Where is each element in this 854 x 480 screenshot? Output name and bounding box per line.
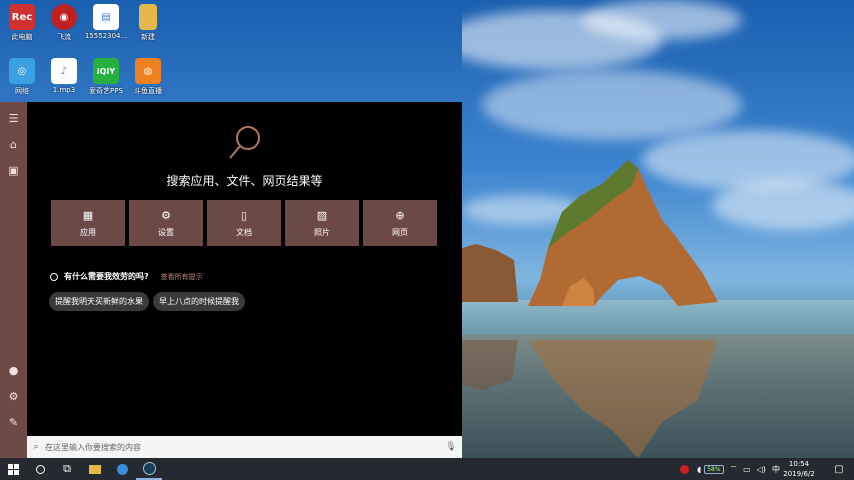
desktop-icon-iqiyi[interactable]: iQIY 爱奇艺PPS	[84, 58, 128, 96]
search-panel: 搜索应用、文件、网页结果等 ▦ 应用 ⚙ 设置 ▯ 文档 ▨ 照片 ⊕ 网页 有…	[27, 102, 462, 436]
task-view-button[interactable]: ⧉	[54, 458, 80, 480]
panel-headline: 搜索应用、文件、网页结果等	[166, 174, 323, 188]
desktop-icon-app[interactable]: ◉ 飞流	[42, 4, 86, 42]
search-input[interactable]	[45, 442, 440, 452]
taskbar-file-explorer[interactable]	[82, 458, 108, 480]
taskbar-search-box: ⌕ 🎙︎	[27, 436, 462, 458]
gear-icon[interactable]: ⚙	[0, 386, 27, 406]
network-icon: ◎	[9, 58, 35, 84]
category-tiles: ▦ 应用 ⚙ 设置 ▯ 文档 ▨ 照片 ⊕ 网页	[51, 200, 437, 246]
taskbar-steam[interactable]	[136, 458, 162, 480]
suggestion-question: 有什么需要我效劳的吗?	[64, 272, 149, 281]
suggestion-chip[interactable]: 早上八点的时候提醒我	[153, 292, 245, 311]
microphone-icon[interactable]: 🎙︎	[440, 442, 462, 452]
desktop-icon-label: 此电脑	[11, 33, 33, 41]
start-button[interactable]	[0, 458, 26, 480]
photo-icon: ▨	[316, 208, 328, 222]
folder-icon	[89, 464, 101, 474]
battery-percent-badge[interactable]: 58%	[704, 464, 724, 474]
app-logo-icon: ◉	[51, 4, 77, 30]
windows-logo-icon	[7, 463, 19, 475]
tile-settings[interactable]: ⚙ 设置	[129, 200, 203, 246]
cortana-circle-icon	[35, 464, 45, 474]
cortana-circle-icon	[50, 272, 58, 281]
home-icon[interactable]: ⌂	[0, 134, 27, 154]
taskbar-app-clock[interactable]	[109, 458, 135, 480]
steam-icon	[142, 461, 156, 475]
notification-icon: ▢	[834, 463, 844, 475]
clock-time: 10:54	[788, 460, 810, 468]
feedback-icon[interactable]: ✎	[0, 412, 27, 432]
volume-icon[interactable]: ◁)	[757, 465, 766, 474]
globe-icon: ⊕	[395, 208, 405, 222]
desktop-icon-label: 爱奇艺PPS	[89, 87, 123, 95]
tile-web[interactable]: ⊕ 网页	[363, 200, 437, 246]
person-icon[interactable]: ●	[0, 360, 27, 380]
iqiyi-icon: iQIY	[93, 58, 119, 84]
cortana-suggestion: 有什么需要我效劳的吗? 查看所有提示	[50, 271, 203, 282]
see-all-tips-link[interactable]: 查看所有提示	[161, 272, 203, 282]
start-rail: ☰ ⌂ ▣ ● ⚙ ✎	[0, 102, 27, 458]
hamburger-icon[interactable]: ☰	[0, 108, 27, 128]
folder-icon	[139, 4, 157, 30]
action-center-button[interactable]: ▢	[826, 458, 852, 480]
clock-date: 2019/6/2	[783, 470, 815, 478]
tile-label: 网页	[392, 227, 408, 237]
recording-icon[interactable]	[680, 464, 689, 474]
taskbar-clock[interactable]: 10:54 2019/6/2	[774, 459, 824, 479]
desktop-icon-label: 斗鱼直播	[134, 87, 162, 95]
clock-app-icon	[116, 463, 128, 475]
desktop-icon-folder[interactable]: 新建	[126, 4, 170, 42]
system-tray: ◖ 58% ⌔ ▭ ◁) 中	[680, 458, 780, 480]
tile-label: 照片	[314, 227, 330, 237]
desktop-icon-douyu[interactable]: ◍ 斗鱼直播	[126, 58, 170, 96]
suggestion-chip[interactable]: 提醒我明天买新鲜的水果	[49, 292, 149, 311]
file-icon: ▤	[93, 4, 119, 30]
tile-apps[interactable]: ▦ 应用	[51, 200, 125, 246]
document-icon: ▯	[240, 208, 248, 222]
tile-label: 应用	[80, 227, 96, 237]
battery-saver-icon[interactable]: ◖	[697, 465, 701, 474]
this-pc-icon: Rec	[9, 4, 35, 30]
desktop-icon-network[interactable]: ◎ 网络	[0, 58, 44, 96]
keyboard-icon[interactable]: ▭	[743, 465, 751, 474]
desktop-icon-mp3[interactable]: ♪ 1.mp3	[42, 58, 86, 94]
network-icon[interactable]: ⌔	[730, 464, 738, 474]
desktop-icon-label: 新建	[141, 33, 155, 41]
gear-icon: ⚙	[161, 208, 171, 222]
tile-label: 设置	[158, 227, 174, 237]
desktop-icon-label: 网络	[15, 87, 29, 95]
task-view-icon: ⧉	[63, 462, 71, 475]
notebook-icon[interactable]: ▣	[0, 160, 27, 180]
tile-documents[interactable]: ▯ 文档	[207, 200, 281, 246]
cortana-button[interactable]	[27, 458, 53, 480]
desktop-icon-this-pc[interactable]: Rec 此电脑	[0, 4, 44, 42]
douyu-icon: ◍	[135, 58, 161, 84]
desktop-icon-label: 15552304...	[84, 32, 128, 40]
search-magnifier-icon	[229, 126, 260, 159]
desktop-icon-label: 飞流	[57, 33, 71, 41]
desktop-icon-label: 1.mp3	[52, 86, 76, 94]
desktop-icon-file[interactable]: ▤ 15552304...	[84, 4, 128, 40]
tile-photos[interactable]: ▨ 照片	[285, 200, 359, 246]
audio-file-icon: ♪	[51, 58, 77, 84]
search-icon: ⌕	[33, 442, 39, 452]
suggestion-chips: 提醒我明天买新鲜的水果 早上八点的时候提醒我	[49, 292, 245, 311]
tile-label: 文档	[236, 227, 252, 237]
wallpaper	[462, 0, 854, 458]
taskbar: ⧉ ◖ 58% ⌔ ▭ ◁) 中 10:54 2019/6/2 ▢	[0, 458, 854, 480]
apps-icon: ▦	[82, 208, 94, 222]
